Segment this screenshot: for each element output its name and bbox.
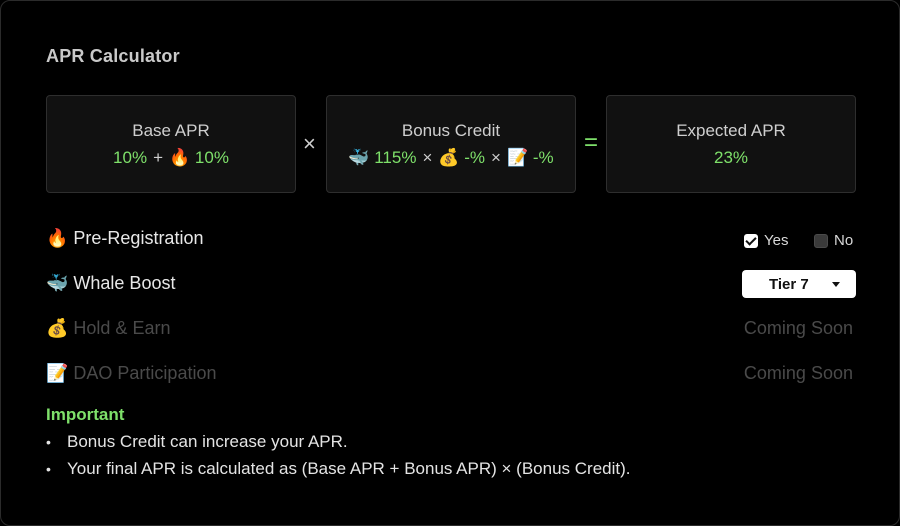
plus-operator: +: [153, 148, 164, 167]
important-item: Bonus Credit can increase your APR.: [46, 431, 631, 458]
base-apr-label: Base APR: [132, 121, 210, 140]
base-apr-value: 10% + 🔥 10%: [47, 148, 295, 168]
no-option[interactable]: No: [814, 232, 853, 249]
chevron-down-icon: [832, 282, 840, 287]
expected-apr-label: Expected APR: [676, 121, 786, 140]
bonus-credit-label: Bonus Credit: [401, 121, 501, 140]
important-list: Bonus Credit can increase your APR. Your…: [46, 431, 631, 485]
multiply-operator: ×: [303, 131, 316, 156]
pre-registration-label: 🔥 Pre-Registration: [46, 228, 204, 248]
apr-calculator-panel: APR Calculator Base APR 10% + 🔥 10% × Bonu…: [0, 0, 900, 526]
important-heading: Important: [46, 405, 125, 424]
yes-checkbox[interactable]: [744, 233, 758, 248]
tier-select-value: Tier 7: [769, 276, 809, 293]
equals-operator: =: [584, 129, 599, 156]
expected-apr-amount: 23%: [713, 148, 749, 167]
dao-participation-status: Coming Soon: [743, 363, 853, 383]
hold-earn-status: Coming Soon: [743, 318, 853, 338]
times-operator: ×: [491, 148, 501, 167]
base-apr-amount: 10%: [113, 148, 148, 167]
whale-boost-row: 🐳 Whale Boost Tier 7: [46, 269, 856, 299]
dao-multiplier: 📝 -%: [506, 148, 554, 167]
page-title: APR Calculator: [46, 46, 180, 66]
dao-participation-row: 📝 DAO Participation Coming Soon: [46, 359, 856, 389]
expected-apr-value: 23%: [607, 148, 855, 168]
yes-option[interactable]: Yes: [744, 232, 788, 249]
pre-registration-bonus-amount: 🔥 10%: [169, 148, 229, 167]
dao-participation-label: 📝 DAO Participation: [46, 363, 217, 383]
whale-boost-label: 🐳 Whale Boost: [46, 273, 176, 293]
bonus-credit-card: Bonus Credit 🐳 115% × 💰 -% × 📝 -%: [326, 95, 576, 193]
yes-label: Yes: [764, 232, 789, 249]
important-item: Your final APR is calculated as (Base AP…: [46, 458, 631, 485]
pre-registration-row: 🔥 Pre-Registration Yes No: [46, 224, 856, 254]
bonus-credit-value: 🐳 115% × 💰 -% × 📝 -%: [327, 148, 575, 168]
no-label: No: [834, 232, 854, 249]
whale-boost-multiplier: 🐳 115%: [348, 148, 417, 167]
hold-earn-label: 💰 Hold & Earn: [46, 318, 171, 338]
no-checkbox[interactable]: [814, 233, 828, 248]
times-operator: ×: [422, 148, 433, 167]
hold-earn-row: 💰 Hold & Earn Coming Soon: [46, 314, 856, 344]
expected-apr-card: Expected APR 23%: [606, 95, 856, 193]
tier-select[interactable]: Tier 7: [742, 270, 856, 298]
base-apr-card: Base APR 10% + 🔥 10%: [46, 95, 296, 193]
hold-earn-multiplier: 💰 -%: [438, 148, 486, 167]
